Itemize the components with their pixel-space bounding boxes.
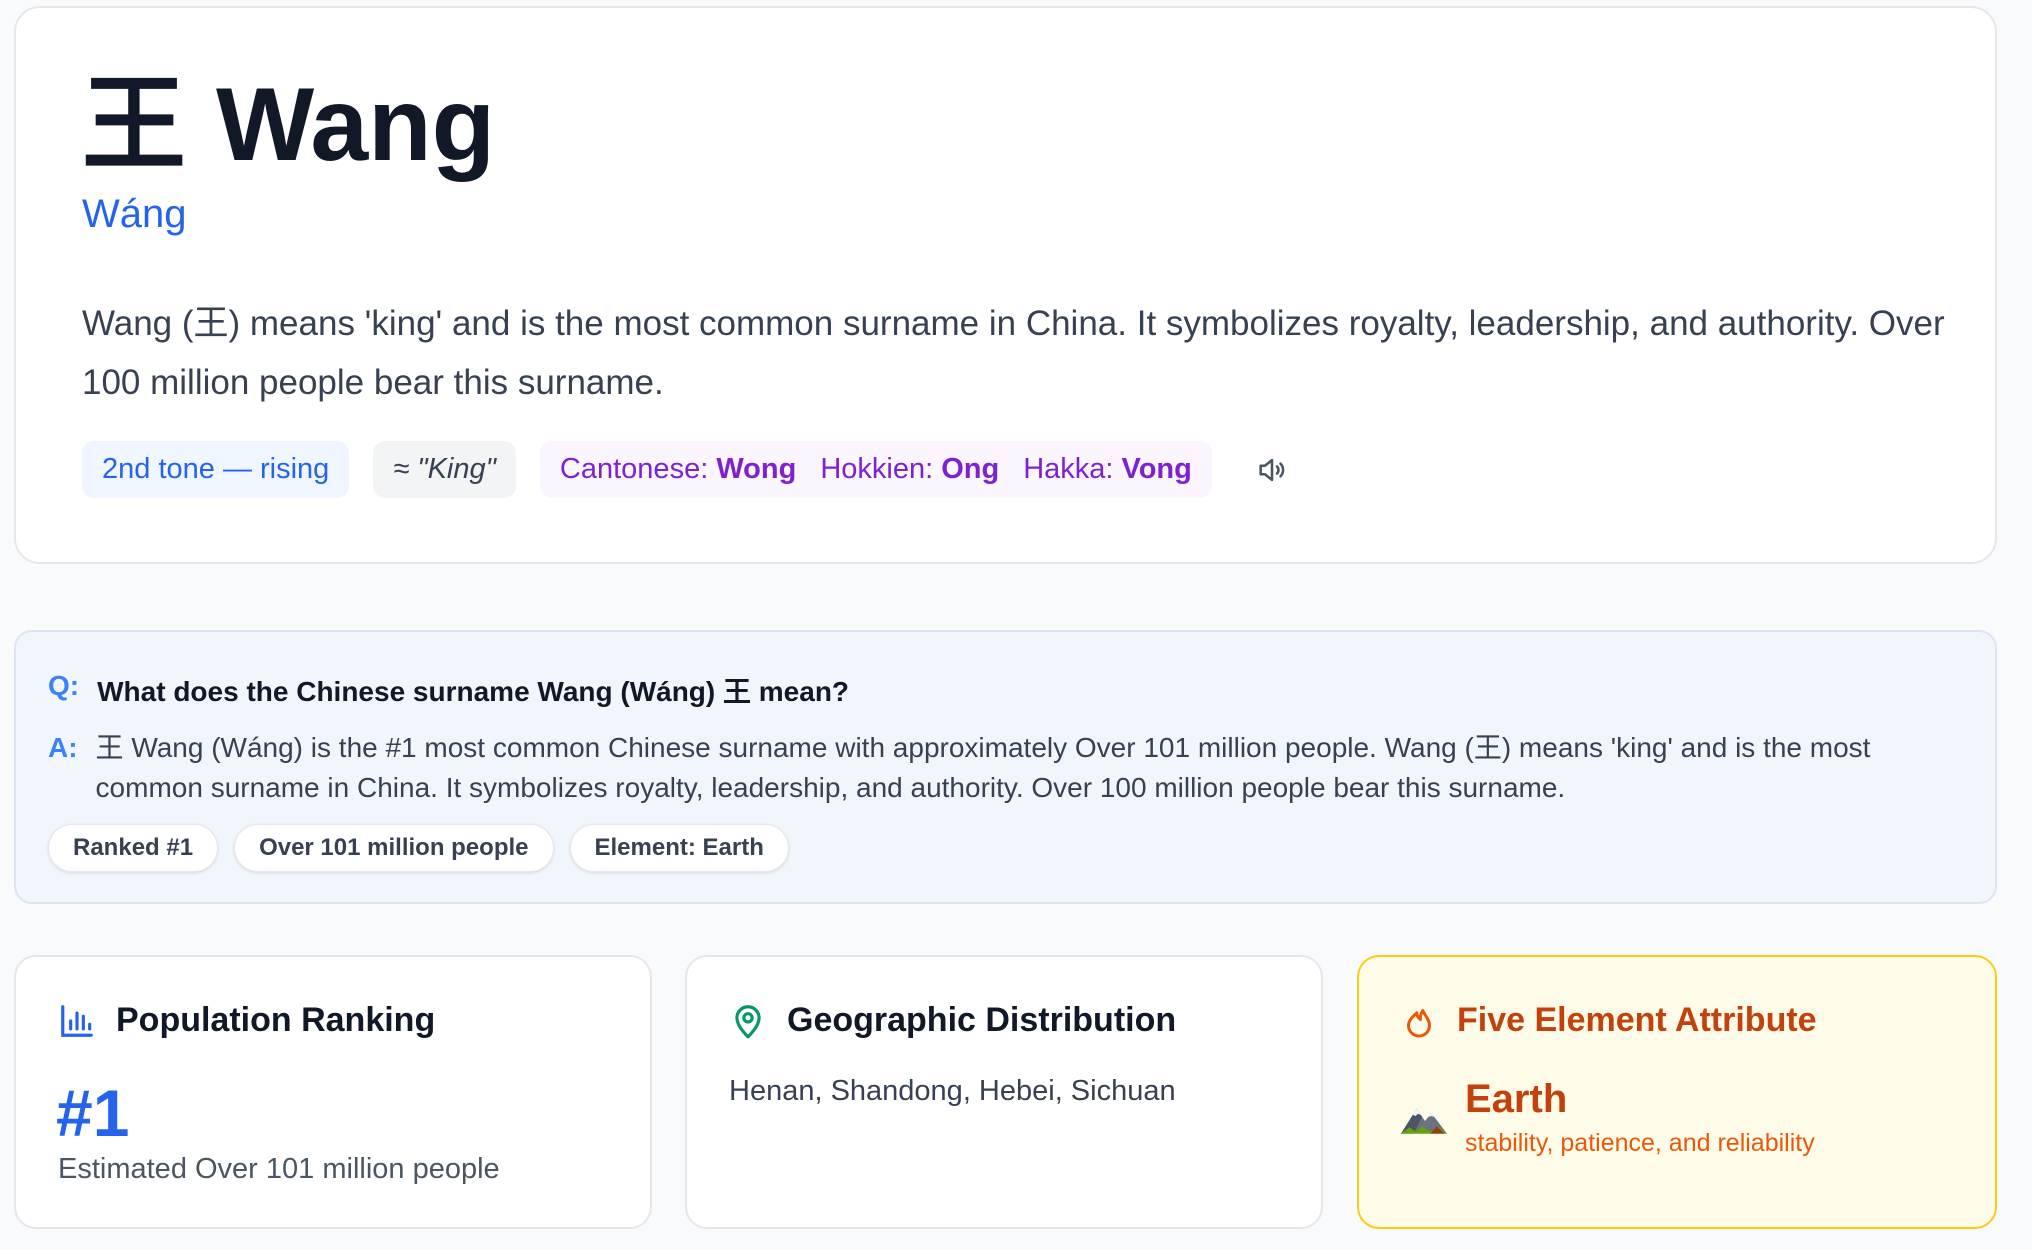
dialect-hokkien: Hokkien: Ong [820,453,999,486]
dialect-label: Hokkien: [820,453,934,485]
faq-question: Q: What does the Chinese surname Wang (W… [48,670,849,710]
speaker-icon [1259,458,1285,481]
element-description: stability, patience, and reliability [1465,1129,1815,1157]
population-estimate: Estimated Over 101 million people [58,1153,500,1185]
element-detail: Earth stability, patience, and reliabili… [1399,1075,1815,1158]
surname-name: Wang [216,67,496,183]
surname-pinyin: Wáng [82,192,187,236]
dialect-tag: Cantonese: Wong Hokkien: Ong Hakka: Vong [539,441,1212,498]
tone-tag: 2nd tone — rising [82,441,350,498]
element-chip: Element: Earth [569,824,789,872]
surname-title: 王 Wang [82,72,495,177]
surname-character: 王 [82,63,187,185]
pronunciation-tags: 2nd tone — rising ≈ "King" Cantonese: Wo… [82,441,1292,498]
surname-meaning: Wang (王) means 'king' and is the most co… [82,304,1945,402]
faq-box: Q: What does the Chinese surname Wang (W… [14,630,1997,904]
faq-chips: Ranked #1 Over 101 million people Elemen… [48,824,789,872]
rank-chip: Ranked #1 [48,824,219,872]
answer-text: 王 Wang (Wáng) is the #1 most common Chin… [95,732,1871,803]
dialect-value: Wong [716,453,797,485]
play-pronunciation-button[interactable] [1252,450,1292,490]
geography-card-title: Geographic Distribution [787,1001,1177,1039]
population-chip: Over 101 million people [234,824,554,872]
question-label: Q: [48,670,80,701]
dialect-label: Cantonese: [559,453,709,485]
dialect-hakka: Hakka: Vong [1023,453,1192,486]
dialect-value: Ong [941,453,1000,485]
question-text: What does the Chinese surname Wang (Wáng… [97,676,850,707]
answer-label: A: [48,732,78,763]
mountain-icon [1401,1108,1447,1134]
five-element-card: Five Element Attribute Earth stability, … [1357,955,1997,1229]
dialect-cantonese: Cantonese: Wong [560,453,796,486]
surname-hero-card: 王 Wang Wáng Wang (王) means 'king' and is… [14,6,1997,564]
geographic-distribution-card: Geographic Distribution Henan, Shandong,… [685,955,1323,1229]
element-card-title: Five Element Attribute [1457,1001,1817,1039]
bar-chart-icon [61,1004,93,1037]
element-card-header: Five Element Attribute [1401,1001,1817,1040]
flame-icon [1407,1008,1431,1037]
population-ranking-card: Population Ranking #1 Estimated Over 101… [14,955,652,1229]
region-list: Henan, Shandong, Hebei, Sichuan [729,1075,1176,1107]
population-card-header: Population Ranking [58,1001,435,1040]
population-card-title: Population Ranking [116,1001,436,1039]
approx-sound-tag: ≈ "King" [373,441,516,498]
faq-answer: A: 王 Wang (Wáng) is the #1 most common C… [48,728,1948,808]
map-pin-icon [735,1004,761,1038]
dialect-value: Vong [1121,453,1192,485]
rank-value: #1 [56,1076,130,1150]
geography-card-header: Geographic Distribution [729,1001,1176,1040]
dialect-label: Hakka: [1023,453,1114,485]
element-name: Earth [1465,1077,1568,1121]
element-text: Earth stability, patience, and reliabili… [1465,1075,1815,1158]
